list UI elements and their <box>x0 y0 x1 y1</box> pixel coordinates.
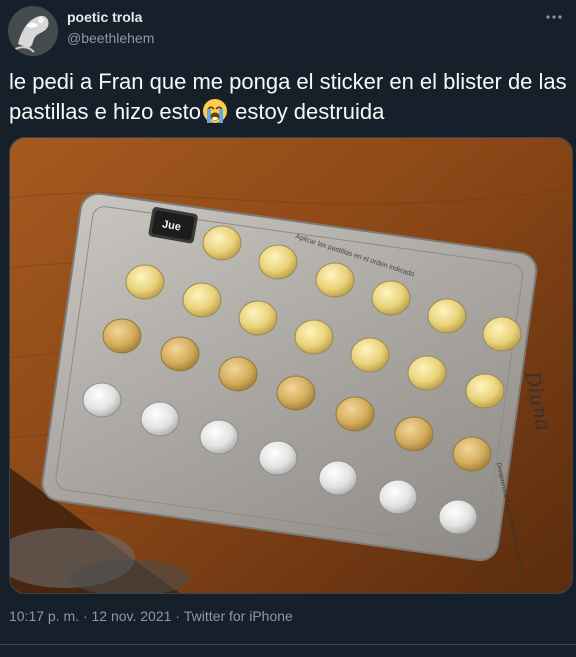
more-options-button[interactable] <box>541 8 567 26</box>
loudly-crying-face-icon <box>202 98 228 124</box>
tweet-card: poetic trola @beethlehem le pedi a Fran … <box>0 0 576 657</box>
tweet-meta: 10:17 p. m. · 12 nov. 2021 · Twitter for… <box>9 608 293 624</box>
meta-separator: · <box>82 608 88 624</box>
tweet-source[interactable]: Twitter for iPhone <box>184 608 293 624</box>
author-handle[interactable]: @beethlehem <box>67 30 154 46</box>
blister-pack-photo: Jue Aplicar las pastillas en el orden in… <box>10 138 572 593</box>
avatar[interactable] <box>8 6 58 56</box>
divider <box>0 644 576 645</box>
author-display-name[interactable]: poetic trola <box>67 9 142 25</box>
avatar-image <box>8 6 58 56</box>
tweet-time[interactable]: 10:17 p. m. <box>9 608 79 624</box>
tweet-date[interactable]: 12 nov. 2021 <box>92 608 172 624</box>
tweet-photo[interactable]: Jue Aplicar las pastillas en el orden in… <box>9 137 573 594</box>
meta-separator-2: · <box>175 608 180 624</box>
tweet-text: le pedi a Fran que me ponga el sticker e… <box>9 67 569 127</box>
tweet-text-end: estoy destruida <box>229 99 385 124</box>
more-dots-icon <box>546 15 562 19</box>
